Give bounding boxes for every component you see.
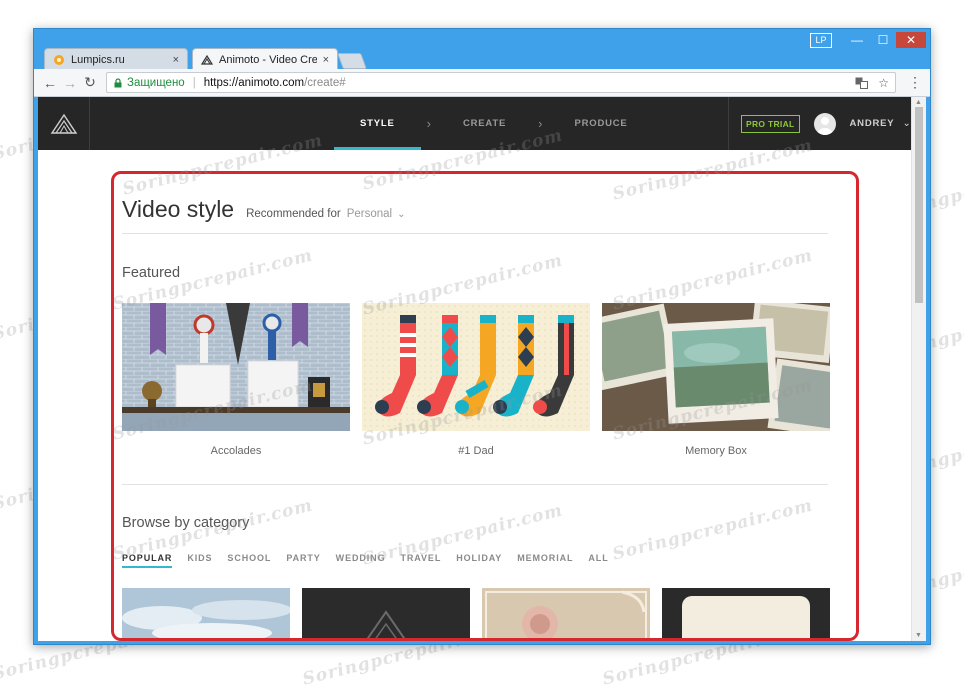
category-tab-memorial[interactable]: MEMORIAL <box>517 553 573 568</box>
style-card-memory-box[interactable]: Memory Box <box>602 303 830 457</box>
avatar[interactable] <box>813 112 836 135</box>
url-separator: | <box>192 76 196 89</box>
browse-heading: Browse by category <box>122 515 250 531</box>
page-title: Video style <box>122 196 235 222</box>
forward-button[interactable]: → <box>60 73 80 93</box>
animoto-logo-icon <box>50 113 77 134</box>
flower-favicon-icon <box>54 54 64 65</box>
style-label: #1 Dad <box>458 445 494 457</box>
rose-thumbnail-image <box>482 588 650 641</box>
account-zone: PRO TRIAL ANDREY ⌄ <box>728 97 911 150</box>
reload-button[interactable]: ↻ <box>80 73 100 93</box>
url-host: https://animoto.com <box>203 76 305 89</box>
category-tab-party[interactable]: PARTY <box>286 553 320 568</box>
category-style-card[interactable] <box>662 588 830 641</box>
secure-label: Защищено <box>127 76 185 89</box>
chevron-right-icon: › <box>426 116 431 131</box>
scroll-thumb[interactable] <box>915 107 923 303</box>
socks-thumbnail-image <box>362 303 590 431</box>
category-style-card[interactable] <box>122 588 290 641</box>
memory-box-thumbnail-image <box>602 303 830 431</box>
category-tab-travel[interactable]: TRAVEL <box>400 553 441 568</box>
recommended-label: Recommended for <box>246 208 341 220</box>
category-tab-holiday[interactable]: HOLIDAY <box>456 553 502 568</box>
category-tabs: POPULAR KIDS SCHOOL PARTY WEDDING TRAVEL… <box>122 553 624 568</box>
category-tab-all[interactable]: ALL <box>588 553 608 568</box>
back-button[interactable]: ← <box>40 73 60 93</box>
style-label: Accolades <box>210 445 262 457</box>
recommended-dropdown[interactable]: Personal <box>347 208 392 220</box>
user-avatar-icon <box>816 116 833 135</box>
chevron-right-icon: › <box>538 116 543 131</box>
divider <box>122 233 828 234</box>
tab-close-icon[interactable]: × <box>173 54 179 66</box>
chevron-down-icon[interactable]: ⌄ <box>397 209 405 220</box>
category-style-card[interactable] <box>482 588 650 641</box>
user-name[interactable]: ANDREY <box>850 118 895 129</box>
browser-menu-icon[interactable]: ⋮ <box>908 75 922 89</box>
step-style[interactable]: STYLE <box>334 97 421 150</box>
animoto-favicon-icon <box>201 54 213 65</box>
style-thumbnail[interactable] <box>122 303 350 431</box>
tab-strip: Lumpics.ru × Animoto - Video Creator × <box>34 44 930 70</box>
title-row: Video style Recommended for Personal ⌄ <box>122 196 405 223</box>
category-tab-popular[interactable]: POPULAR <box>122 553 173 568</box>
lock-icon <box>114 77 122 87</box>
style-label: Memory Box <box>685 445 747 457</box>
bookmark-star-icon[interactable]: ☆ <box>878 76 889 90</box>
tab-title: Animoto - Video Creator <box>219 53 317 66</box>
tab-animoto[interactable]: Animoto - Video Creator × <box>192 48 338 70</box>
category-tab-kids[interactable]: KIDS <box>187 553 212 568</box>
tab-lumpics[interactable]: Lumpics.ru × <box>44 48 188 70</box>
divider <box>122 484 828 485</box>
scroll-up-icon[interactable]: ▲ <box>915 99 922 106</box>
omnibox-actions: ☆ <box>855 76 895 90</box>
url-path: /create# <box>304 76 346 89</box>
style-thumbnail[interactable] <box>602 303 830 431</box>
tab-close-icon[interactable]: × <box>323 54 329 66</box>
scroll-down-icon[interactable]: ▼ <box>915 632 922 639</box>
category-tab-school[interactable]: SCHOOL <box>227 553 271 568</box>
vintage-frame-thumbnail-image <box>662 588 830 641</box>
browser-toolbar: ← → ↻ Защищено | https://animoto.com /cr… <box>34 69 930 97</box>
page-scrollbar[interactable]: ▲ ▼ <box>911 97 926 641</box>
pro-trial-badge[interactable]: PRO TRIAL <box>741 114 800 133</box>
address-bar[interactable]: Защищено | https://animoto.com /create# … <box>106 72 896 93</box>
category-tab-wedding[interactable]: WEDDING <box>336 553 386 568</box>
accolades-thumbnail-image <box>122 303 350 431</box>
animoto-logo[interactable] <box>38 97 90 150</box>
style-thumbnail[interactable] <box>362 303 590 431</box>
style-card-accolades[interactable]: Accolades <box>122 303 350 457</box>
step-create[interactable]: CREATE <box>437 97 532 150</box>
chevron-down-icon[interactable]: ⌄ <box>902 118 910 129</box>
category-style-card[interactable] <box>302 588 470 641</box>
sky-thumbnail-image <box>122 588 290 641</box>
main-content: Video style Recommended for Personal ⌄ F… <box>38 150 911 641</box>
app-header: STYLE › CREATE › PRODUCE PRO TRIAL ANDRE… <box>38 97 911 150</box>
tab-title: Lumpics.ru <box>71 53 125 66</box>
style-card-number-one-dad[interactable]: #1 Dad <box>362 303 590 457</box>
featured-heading: Featured <box>122 265 181 281</box>
step-produce[interactable]: PRODUCE <box>548 97 653 150</box>
page-viewport: STYLE › CREATE › PRODUCE PRO TRIAL ANDRE… <box>38 97 926 641</box>
translate-icon[interactable] <box>855 77 869 89</box>
new-tab-button[interactable] <box>337 53 367 69</box>
dark-logo-thumbnail-image <box>302 588 470 641</box>
progress-steps: STYLE › CREATE › PRODUCE <box>334 97 654 150</box>
browser-window: LP — ☐ ✕ Lumpics.ru × Animoto - Video Cr… <box>33 28 931 645</box>
